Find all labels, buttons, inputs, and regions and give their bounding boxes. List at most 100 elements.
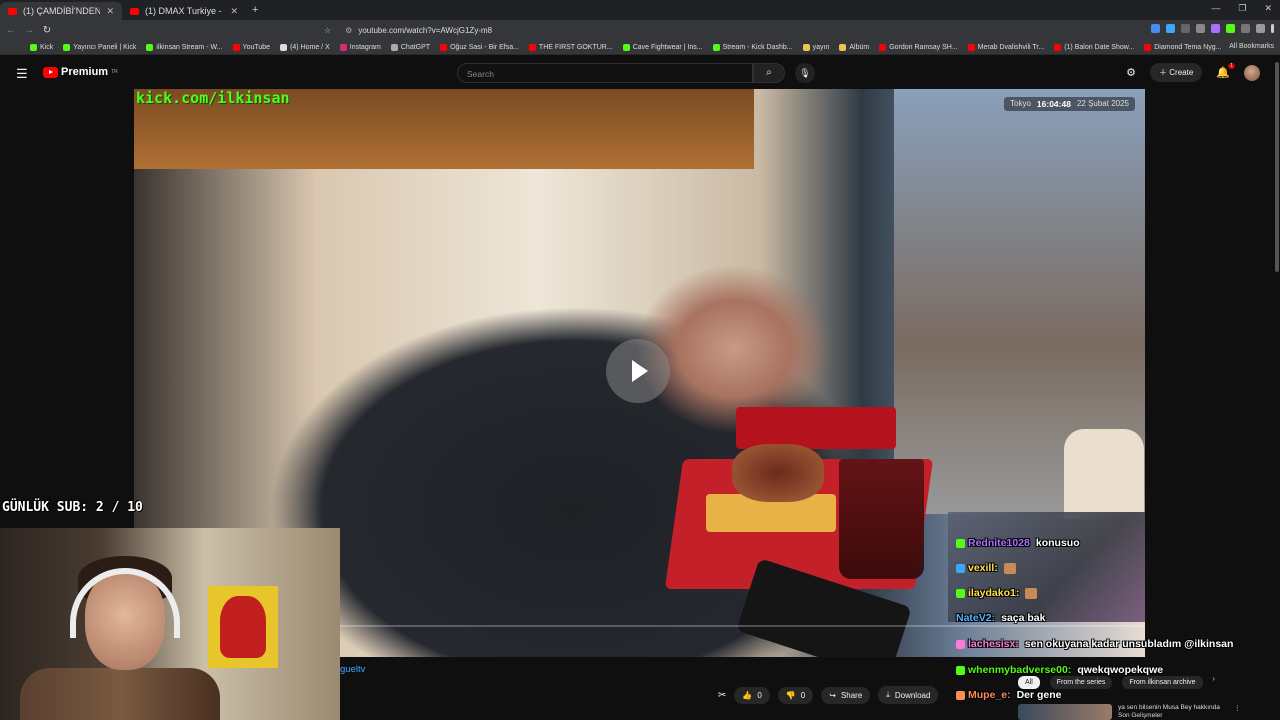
stamp-time: 16:04:48 <box>1036 99 1071 109</box>
create-button[interactable]: ＋ Create <box>1150 63 1203 82</box>
dislike-button[interactable]: 👎 0 <box>777 686 814 704</box>
download-button[interactable]: ⤓ Download <box>878 686 939 704</box>
video-scene-tray <box>736 407 896 449</box>
extension-icon[interactable] <box>1151 24 1160 33</box>
kick-badge-icon <box>956 690 965 700</box>
bookmark-item[interactable]: Gordon Ramsay SH... <box>879 43 958 51</box>
chip-archive[interactable]: From ilkinsan archive <box>1122 676 1203 689</box>
chat-message: Mupe_e: Der gene <box>956 689 1062 701</box>
bookmark-star-icon[interactable]: ☆ <box>324 26 331 35</box>
suggested-video[interactable]: ya sen bilsenin Musa Bey hakkında Son Ge… <box>1018 704 1250 720</box>
url-field[interactable]: ☆ ⚙ youtube.com/watch?v=AWcjG1Zy-m8 <box>324 22 880 38</box>
youtube-premium-logo[interactable]: Premium TR <box>43 66 118 78</box>
browser-tab-active[interactable]: (1) ÇAMDİBİ'NDEN TOKYO'YA ✕ <box>0 2 122 20</box>
bookmark-item[interactable]: THE FIRST GOKTUR... <box>528 43 613 51</box>
bookmark-item[interactable]: Oğuz Sasi - Bir Efsa... <box>440 43 519 51</box>
forward-icon[interactable]: → <box>22 25 36 36</box>
like-button[interactable]: 👍 0 <box>734 686 770 704</box>
tab-title: (1) DMAX Turkiye - YouTube <box>145 6 224 16</box>
chat-message: ilaydako1: <box>956 587 1038 599</box>
avatar[interactable] <box>1244 64 1260 81</box>
chip-all[interactable]: All <box>1018 676 1040 689</box>
suggested-title: ya sen bilsenin Musa Bey hakkında Son Ge… <box>1118 704 1220 719</box>
kick-badge-icon <box>956 538 965 548</box>
bookmark-item[interactable]: (1) Balon Date Show... <box>1054 43 1134 51</box>
header-actions: ⚙ ＋ Create 🔔 1 <box>1126 63 1260 82</box>
recommendation-chips: All From the series From ilkinsan archiv… <box>1018 676 1215 689</box>
daily-sub-counter: GÜNLÜK SUB: 2 / 10 <box>2 500 143 515</box>
bookmark-item[interactable]: ChatGPT <box>390 43 430 51</box>
search-input[interactable]: Search <box>457 63 753 83</box>
search-icon: ⌕ <box>766 67 772 78</box>
voice-search-button[interactable]: 🎙 <box>795 63 815 83</box>
youtube-header: ☰ Premium TR Search ⌕ 🎙 ⚙ ＋ Create 🔔 1 <box>0 56 1280 89</box>
extension-icon[interactable] <box>1196 24 1205 33</box>
channel-name[interactable]: gueltv <box>340 664 365 675</box>
extension-icon[interactable] <box>1181 24 1190 33</box>
stamp-date: 22 Şubat 2025 <box>1076 99 1129 108</box>
thumbs-down-icon: 👎 <box>785 690 796 700</box>
share-button[interactable]: ↪ Share <box>821 686 871 704</box>
cast-icon[interactable]: ⚙ <box>1126 66 1136 79</box>
new-tab-button[interactable]: + <box>252 4 258 16</box>
page-scrollbar[interactable] <box>1274 56 1280 720</box>
minimize-icon[interactable]: — <box>1211 3 1220 14</box>
video-scene-bottle <box>1064 429 1144 519</box>
chat-message: Rednite1028 konusuo <box>956 537 1080 549</box>
extension-icon[interactable] <box>1256 24 1265 33</box>
scrollbar-thumb[interactable] <box>1275 62 1279 272</box>
chip-series[interactable]: From the series <box>1049 676 1113 689</box>
kick-badge-icon <box>956 639 965 649</box>
close-window-icon[interactable]: ✕ <box>1264 3 1272 14</box>
play-button[interactable] <box>606 339 670 403</box>
kick-badge-icon <box>956 588 965 598</box>
chevron-right-icon[interactable]: › <box>1213 676 1215 689</box>
close-tab-icon[interactable]: ✕ <box>230 6 238 17</box>
bookmarks-bar: Kick Yayıncı Paneli | Kick ilkinsan Stre… <box>0 40 1280 55</box>
close-tab-icon[interactable]: ✕ <box>106 6 114 17</box>
search-button[interactable]: ⌕ <box>753 63 785 83</box>
site-info-icon[interactable]: ⚙ <box>345 26 352 35</box>
video-actions: ✂ 👍 0 👎 0 ↪ Share ⤓ Download <box>718 686 939 704</box>
bookmark-item[interactable]: Merab Dvalishvili Tr... <box>967 43 1044 51</box>
logo-region: TR <box>111 69 118 75</box>
more-options-icon[interactable]: ⋮ <box>1234 704 1241 720</box>
menu-dots-icon[interactable] <box>1271 24 1274 33</box>
extension-icon[interactable] <box>1241 24 1250 33</box>
extension-icon[interactable] <box>1211 24 1220 33</box>
bookmark-item[interactable]: Cave Fightwear | Ins... <box>622 43 703 51</box>
bookmark-folder[interactable]: yayın <box>802 43 829 51</box>
bookmark-item[interactable]: Yayıncı Paneli | Kick <box>63 43 136 51</box>
bookmark-item[interactable]: Stream - Kick Dashb... <box>712 43 793 51</box>
kick-badge-icon <box>956 563 965 573</box>
notifications-button[interactable]: 🔔 1 <box>1216 63 1235 79</box>
window-controls: — ❐ ✕ <box>1211 3 1272 14</box>
url-text: youtube.com/watch?v=AWcjG1Zy-m8 <box>358 25 493 35</box>
restore-icon[interactable]: ❐ <box>1238 3 1246 14</box>
logo-text: Premium <box>61 66 109 78</box>
timestamp-overlay: Tokyo 16:04:48 22 Şubat 2025 <box>1004 97 1135 111</box>
suggested-thumbnail <box>1018 704 1112 720</box>
bookmark-item[interactable]: ilkinsan Stream - W... <box>146 43 223 51</box>
extension-icon[interactable] <box>1166 24 1175 33</box>
extension-icon[interactable] <box>1226 24 1235 33</box>
stream-url-overlay: kick.com/ilkinsan <box>136 89 290 107</box>
bookmark-item[interactable]: (4) Home / X <box>280 43 330 51</box>
all-bookmarks-folder[interactable]: All Bookmarks <box>1229 43 1274 50</box>
youtube-favicon-icon <box>8 7 17 15</box>
bookmark-item[interactable]: YouTube <box>232 43 270 51</box>
bookmark-item[interactable]: Kick <box>30 43 53 51</box>
webcam-poster <box>208 586 278 668</box>
reload-icon[interactable]: ↻ <box>40 25 54 36</box>
clip-icon[interactable]: ✂ <box>718 690 726 701</box>
bookmark-folder[interactable]: Albüm <box>839 43 869 51</box>
webcam-overlay <box>0 528 340 720</box>
menu-icon[interactable]: ☰ <box>16 66 28 82</box>
address-bar-row: ← → ↻ ☆ ⚙ youtube.com/watch?v=AWcjG1Zy-m… <box>0 20 1280 40</box>
youtube-logo-icon <box>43 66 58 78</box>
bookmark-item[interactable]: Diamond Tema Nyg... <box>1144 43 1221 51</box>
back-icon[interactable]: ← <box>4 25 18 36</box>
chat-emote-icon <box>1003 562 1016 574</box>
bookmark-item[interactable]: Instagram <box>339 43 381 51</box>
browser-tab-inactive[interactable]: (1) DMAX Turkiye - YouTube ✕ <box>122 2 246 20</box>
